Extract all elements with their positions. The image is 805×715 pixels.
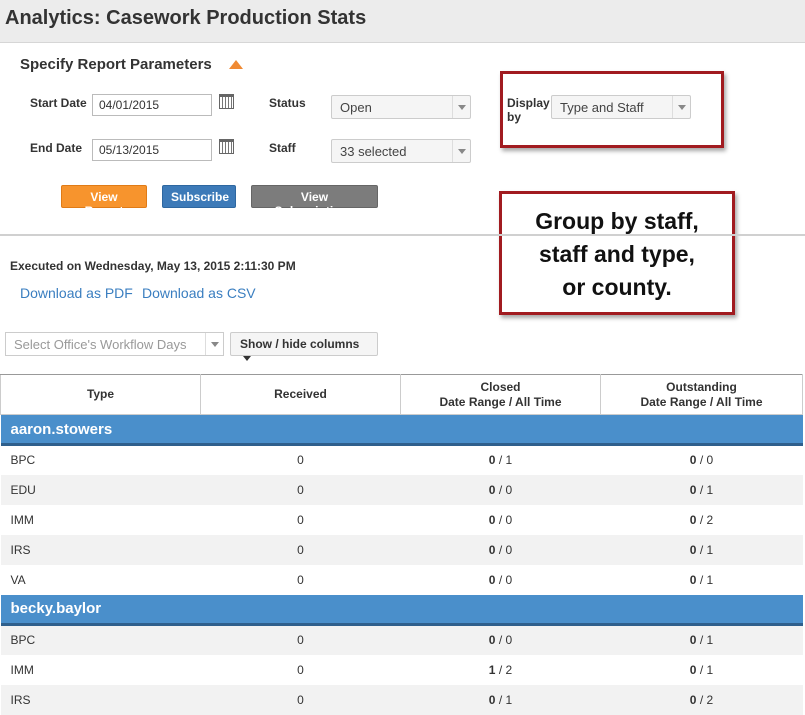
page-header: Analytics: Casework Production Stats [0,0,805,43]
status-label: Status [269,96,306,110]
display-by-select[interactable]: Type and Staff [551,95,691,119]
callout-annotation: Group by staff, staff and type, or count… [499,191,735,315]
start-date-label: Start Date [30,96,87,110]
table-row: VA 0 0 / 0 0 / 1 [10,572,714,587]
download-pdf-link[interactable]: Download as PDF [20,285,133,301]
calendar-icon[interactable] [219,94,234,109]
table-row: IMM 0 1 / 2 0 / 1 [10,662,714,677]
page-title: Analytics: Casework Production Stats [5,7,367,29]
callout-line: staff and type, [539,241,695,267]
status-select[interactable]: Open [331,95,471,119]
column-header-outstanding[interactable]: Outstanding Date Range / All Time [600,374,803,415]
column-header-closed[interactable]: Closed Date Range / All Time [400,374,601,415]
executed-timestamp: Executed on Wednesday, May 13, 2015 2:11… [10,259,296,273]
show-hide-columns-button[interactable]: Show / hide columns [230,332,378,362]
column-header-type[interactable]: Type [0,374,201,415]
display-by-select-value: Type and Staff [560,100,644,115]
chevron-down-icon [452,96,470,118]
view-subscriptions-button[interactable]: View Subscriptions [251,185,378,218]
collapse-caret-icon[interactable] [229,60,243,69]
view-report-button[interactable]: View Report [61,185,147,218]
staff-label: Staff [269,141,296,155]
group-name: becky.baylor [0,594,803,626]
table-row: BPC 0 0 / 1 0 / 0 [10,453,714,468]
stats-table: Type Received Closed Date Range / All Ti… [0,374,803,715]
calendar-icon[interactable] [219,139,234,154]
section-divider [0,234,805,236]
chevron-down-icon [205,333,223,355]
end-date-input[interactable]: 05/13/2015 [92,139,212,161]
status-select-value: Open [340,100,372,115]
table-row: IRS 0 0 / 0 0 / 1 [0,534,803,565]
caret-down-icon [243,356,251,362]
workflow-days-placeholder: Select Office's Workflow Days [14,337,187,352]
table-row: IRS 0 0 / 1 0 / 2 [0,684,803,715]
chevron-down-icon [452,140,470,162]
staff-select-value: 33 selected [340,144,407,159]
table-row: BPC 0 0 / 0 0 / 1 [0,624,803,655]
display-by-highlight: Display by Type and Staff [500,71,724,148]
end-date-label: End Date [30,141,83,155]
group-name: aaron.stowers [0,414,803,446]
display-by-label: Display by [507,96,550,124]
chevron-down-icon [672,96,690,118]
workflow-days-select[interactable]: Select Office's Workflow Days [5,332,224,356]
table-row: IMM 0 0 / 0 0 / 2 [10,512,714,527]
staff-select[interactable]: 33 selected [331,139,471,163]
start-date-input[interactable]: 04/01/2015 [92,94,212,116]
table-row: EDU 0 0 / 0 0 / 1 [0,474,803,505]
report-parameters-title[interactable]: Specify Report Parameters [20,56,212,73]
column-header-received[interactable]: Received [200,374,401,415]
download-csv-link[interactable]: Download as CSV [142,285,256,301]
subscribe-button[interactable]: Subscribe [162,185,236,208]
group-header-row: becky.baylor [0,594,803,626]
group-header-row: aaron.stowers [0,414,803,446]
callout-line: or county. [562,274,672,300]
